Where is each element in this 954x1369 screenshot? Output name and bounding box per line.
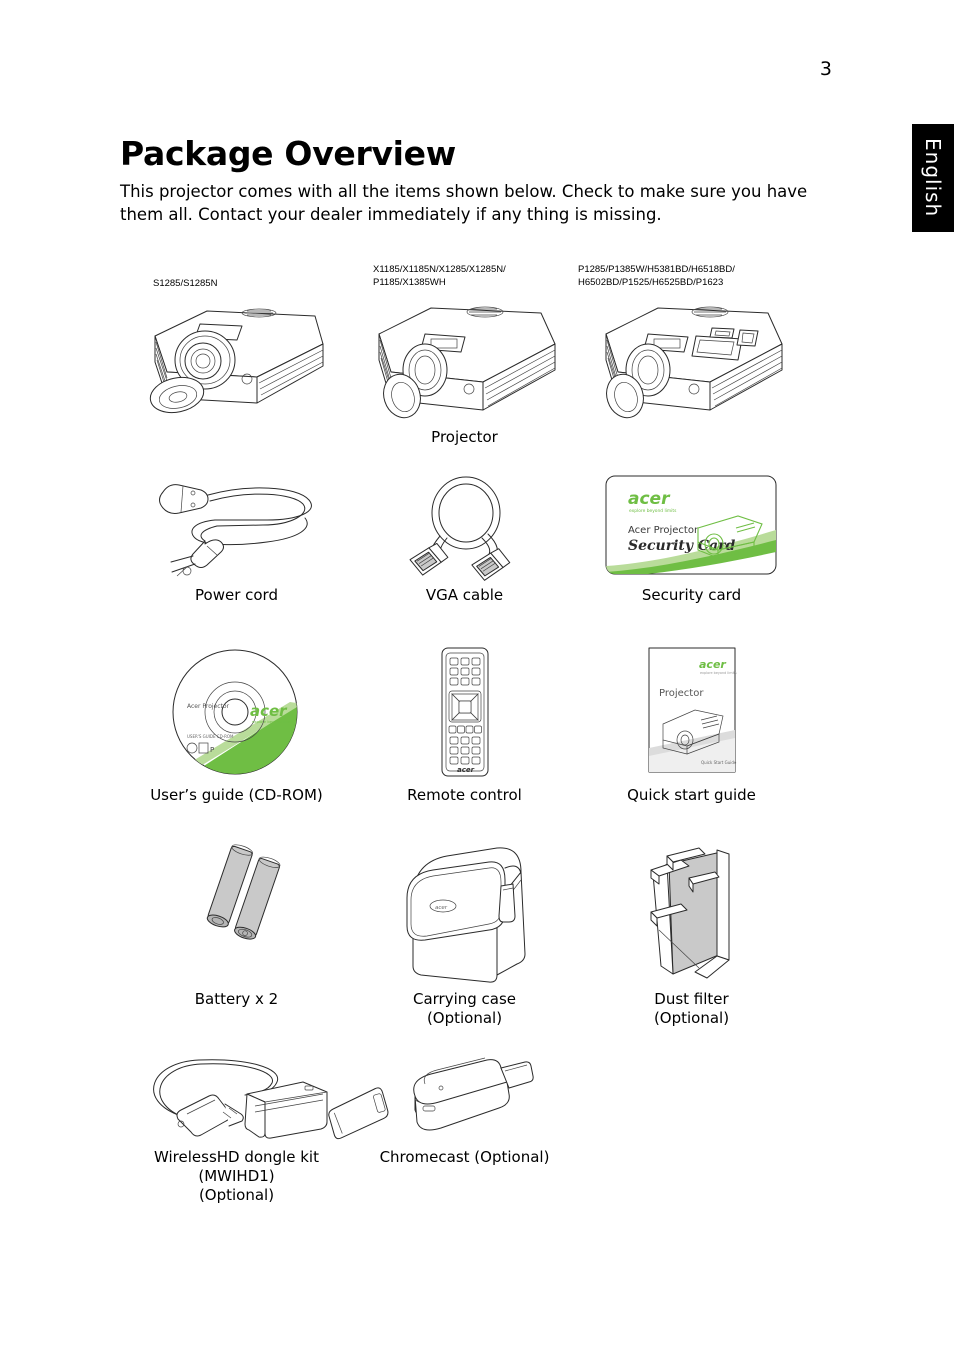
item-chromecast: Chromecast (Optional) xyxy=(348,1052,581,1167)
item-carrying-case: acer Carrying case (Optional) xyxy=(348,836,581,1028)
caption-projector: Projector xyxy=(431,428,498,446)
svg-text:P: P xyxy=(210,746,214,754)
intro-paragraph: This projector comes with all the items … xyxy=(120,181,808,225)
item-power-cord: Power cord xyxy=(120,462,353,605)
caption-battery: Battery x 2 xyxy=(194,990,279,1008)
caption-security-card: Security card xyxy=(641,586,742,604)
item-security-card: acer explore beyond limits Acer Projecto… xyxy=(575,462,808,605)
item-vga-cable: VGA cable xyxy=(348,462,581,605)
caption-power-cord: Power cord xyxy=(195,586,278,604)
item-quick-start-guide: acer explore beyond limits Projector Qui… xyxy=(575,640,808,805)
security-card-line1: Acer Projector xyxy=(628,525,699,536)
carrying-case-art: acer xyxy=(348,836,581,984)
wirelesshd-art xyxy=(120,1052,388,1142)
security-card-tagline: explore beyond limits xyxy=(629,508,677,514)
model-label-p1285: P1285/P1385W/H5381BD/H6518BD/ H6502BD/P1… xyxy=(578,264,735,288)
item-remote-control: acer Remote control xyxy=(348,640,581,805)
projector-illustration xyxy=(149,308,323,414)
projector-s1285-art xyxy=(120,300,353,414)
guide-tagline: explore beyond limits xyxy=(700,671,737,675)
cd-rom-art: acer explore beyond limits Acer Projecto… xyxy=(120,640,353,780)
power-cord-art xyxy=(120,462,353,580)
remote-navigation-pad xyxy=(448,690,481,723)
item-wirelesshd-dongle-kit: WirelessHD dongle kit (MWIHD1) (Optional… xyxy=(120,1052,388,1206)
guide-footer: Quick Start Guide xyxy=(701,760,737,765)
language-tab-label: English xyxy=(921,138,945,218)
cd-subtitle: USER'S GUIDE CD-ROM xyxy=(187,734,234,739)
caption-chromecast: Chromecast (Optional) xyxy=(379,1148,550,1166)
item-projector-p1285 xyxy=(575,300,808,419)
cd-brand: acer xyxy=(250,702,288,720)
quick-start-guide-illustration: acer explore beyond limits Projector Qui… xyxy=(648,647,737,773)
case-brand: acer xyxy=(435,905,448,911)
projector-x1185-art xyxy=(348,300,581,419)
model-labels: S1285/S1285N X1185/X1185N/X1285/X1285N/ … xyxy=(120,262,820,302)
row-accessories-3: Battery x 2 acer Carrying case (Optional… xyxy=(120,836,820,1031)
guide-brand: acer xyxy=(699,658,726,671)
row-projectors: Projector xyxy=(120,300,820,446)
item-projector-s1285 xyxy=(120,300,353,414)
vga-cable-illustration xyxy=(409,476,510,581)
item-projector-x1185: Projector xyxy=(348,300,581,447)
row-accessories-1: Power cord VGA cable acer explore beyond… xyxy=(120,462,820,622)
wirelesshd-illustration xyxy=(152,1059,388,1140)
item-users-guide-cd: acer explore beyond limits Acer Projecto… xyxy=(120,640,353,805)
projector-illustration xyxy=(378,306,555,419)
caption-quick-start-guide: Quick start guide xyxy=(627,786,756,804)
power-cord-illustration xyxy=(158,484,312,577)
cd-title: Acer Projector xyxy=(187,703,230,710)
caption-vga-cable: VGA cable xyxy=(425,586,504,604)
cd-tagline: explore beyond limits xyxy=(252,719,293,724)
chromecast-illustration xyxy=(412,1057,534,1131)
language-tab: English xyxy=(912,124,954,232)
security-card-illustration: acer explore beyond limits Acer Projecto… xyxy=(605,475,776,575)
model-label-s1285: S1285/S1285N xyxy=(153,278,218,289)
caption-dust-filter: Dust filter (Optional) xyxy=(653,990,730,1028)
projector-illustration xyxy=(605,306,782,419)
security-card-art: acer explore beyond limits Acer Projecto… xyxy=(575,462,808,580)
remote-control-art: acer xyxy=(348,640,581,780)
caption-wirelesshd: WirelessHD dongle kit (MWIHD1) (Optional… xyxy=(154,1148,319,1205)
item-dust-filter: Dust filter (Optional) xyxy=(575,836,808,1028)
remote-brand: acer xyxy=(457,766,475,774)
item-battery: Battery x 2 xyxy=(120,836,353,1009)
caption-carrying-case: Carrying case (Optional) xyxy=(412,990,517,1028)
carrying-case-illustration: acer xyxy=(406,847,526,983)
projector-p1285-art xyxy=(575,300,808,419)
page-title: Package Overview xyxy=(120,134,456,174)
dust-filter-illustration xyxy=(650,847,729,979)
battery-art xyxy=(120,836,353,984)
vga-cable-art xyxy=(348,462,581,581)
quick-start-guide-art: acer explore beyond limits Projector Qui… xyxy=(575,640,808,780)
battery-illustration xyxy=(206,844,280,940)
row-accessories-2: acer explore beyond limits Acer Projecto… xyxy=(120,640,820,815)
chromecast-art xyxy=(348,1052,581,1142)
remote-control-illustration: acer xyxy=(441,647,488,777)
security-card-brand: acer xyxy=(628,489,671,509)
guide-title: Projector xyxy=(659,688,704,699)
caption-users-guide: User’s guide (CD-ROM) xyxy=(150,786,323,804)
row-accessories-4: WirelessHD dongle kit (MWIHD1) (Optional… xyxy=(120,1052,820,1212)
cd-rom-illustration: acer explore beyond limits Acer Projecto… xyxy=(172,649,297,775)
caption-remote-control: Remote control xyxy=(407,786,522,804)
model-label-x1185: X1185/X1185N/X1285/X1285N/ P1185/X1385WH xyxy=(373,264,506,288)
dust-filter-art xyxy=(575,836,808,984)
page-number: 3 xyxy=(819,58,832,80)
